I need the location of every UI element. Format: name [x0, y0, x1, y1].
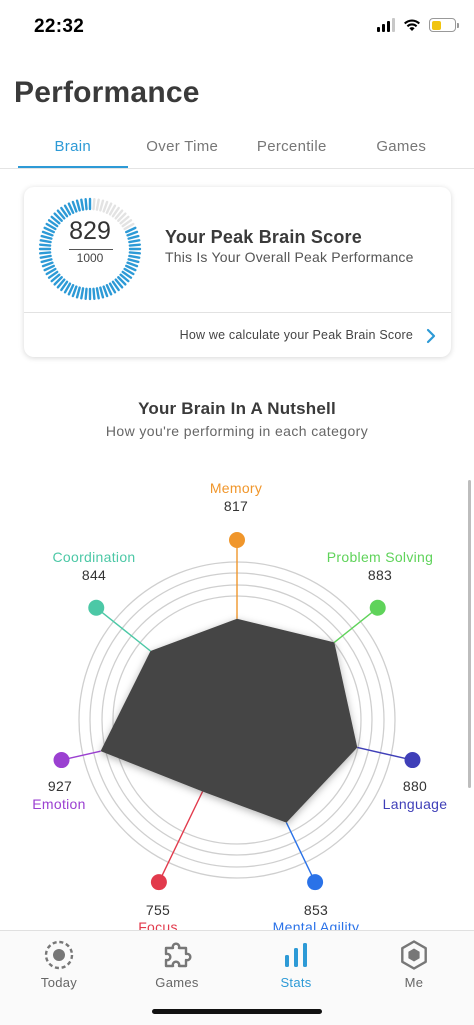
radar-point-memory [229, 532, 245, 548]
peak-score-subtitle: This Is Your Overall Peak Performance [165, 249, 414, 265]
nav-stats[interactable]: Stats [237, 939, 355, 990]
peak-score-title: Your Peak Brain Score [165, 227, 362, 247]
radar-spoke-coordination [95, 607, 151, 652]
status-time: 22:32 [34, 16, 85, 37]
battery-icon [429, 18, 459, 32]
nav-games-label: Games [155, 975, 199, 990]
nav-me-label: Me [404, 975, 424, 990]
radar-point-emotion [53, 752, 70, 769]
nav-stats-label: Stats [280, 975, 312, 990]
tab-divider [0, 168, 474, 169]
page-title: Performance [14, 76, 200, 109]
category-score-focus: 755 [145, 902, 171, 918]
nav-today[interactable]: Today [0, 939, 118, 990]
tab-games[interactable]: Games [347, 126, 457, 168]
tab-bar: Brain Over Time Percentile Games [18, 126, 456, 168]
peak-score-value: 829 [69, 217, 111, 245]
nav-games[interactable]: Games [118, 939, 236, 990]
home-indicator [152, 1009, 322, 1014]
peak-brain-score-card: 829 1000 Your Peak Brain Score This Is Y… [24, 187, 451, 357]
category-score-problem-solving: 883 [367, 567, 393, 583]
category-score-language: 880 [402, 778, 428, 794]
tab-over-time[interactable]: Over Time [128, 126, 238, 168]
radar-point-focus [150, 874, 167, 891]
nav-me[interactable]: Me [355, 939, 473, 990]
radar-point-mental-agility [307, 874, 324, 891]
nav-today-label: Today [40, 975, 78, 990]
radar-point-problem-solving [369, 599, 386, 616]
category-label-memory: Memory [209, 480, 263, 496]
cellular-signal-icon [377, 18, 395, 32]
nutshell-subtitle: How you're performing in each category [105, 423, 369, 439]
category-score-coordination: 844 [81, 567, 107, 583]
brain-radar-chart [53, 532, 421, 891]
radar-point-language [404, 752, 421, 769]
hexagon-profile-icon [401, 940, 427, 970]
status-icons [377, 18, 459, 32]
chevron-right-icon[interactable] [425, 328, 437, 344]
puzzle-icon [164, 942, 192, 968]
category-label-emotion: Emotion [32, 796, 86, 812]
category-score-emotion: 927 [47, 778, 73, 794]
target-icon [44, 940, 74, 970]
category-label-coordination: Coordination [52, 549, 136, 565]
radar-point-coordination [88, 599, 105, 616]
radar-score-shape [100, 618, 358, 823]
category-label-language: Language [382, 796, 448, 812]
category-score-memory: 817 [223, 498, 249, 514]
card-divider [24, 312, 451, 313]
radar-spoke-language [357, 746, 413, 761]
score-calculation-link[interactable]: How we calculate your Peak Brain Score [180, 328, 413, 342]
wifi-icon [404, 19, 420, 31]
category-label-problem-solving: Problem Solving [326, 549, 434, 565]
category-score-mental-agility: 853 [303, 902, 329, 918]
nutshell-title: Your Brain In A Nutshell [138, 399, 336, 418]
tab-brain[interactable]: Brain [18, 126, 128, 168]
bar-chart-icon [285, 943, 307, 967]
status-bar: 22:32 [0, 0, 474, 56]
tab-percentile[interactable]: Percentile [237, 126, 347, 168]
scrollbar[interactable] [468, 480, 471, 788]
peak-score-max: 1000 [76, 251, 104, 265]
score-fraction-line [69, 249, 113, 250]
radar-spoke-mental-agility [285, 822, 316, 883]
